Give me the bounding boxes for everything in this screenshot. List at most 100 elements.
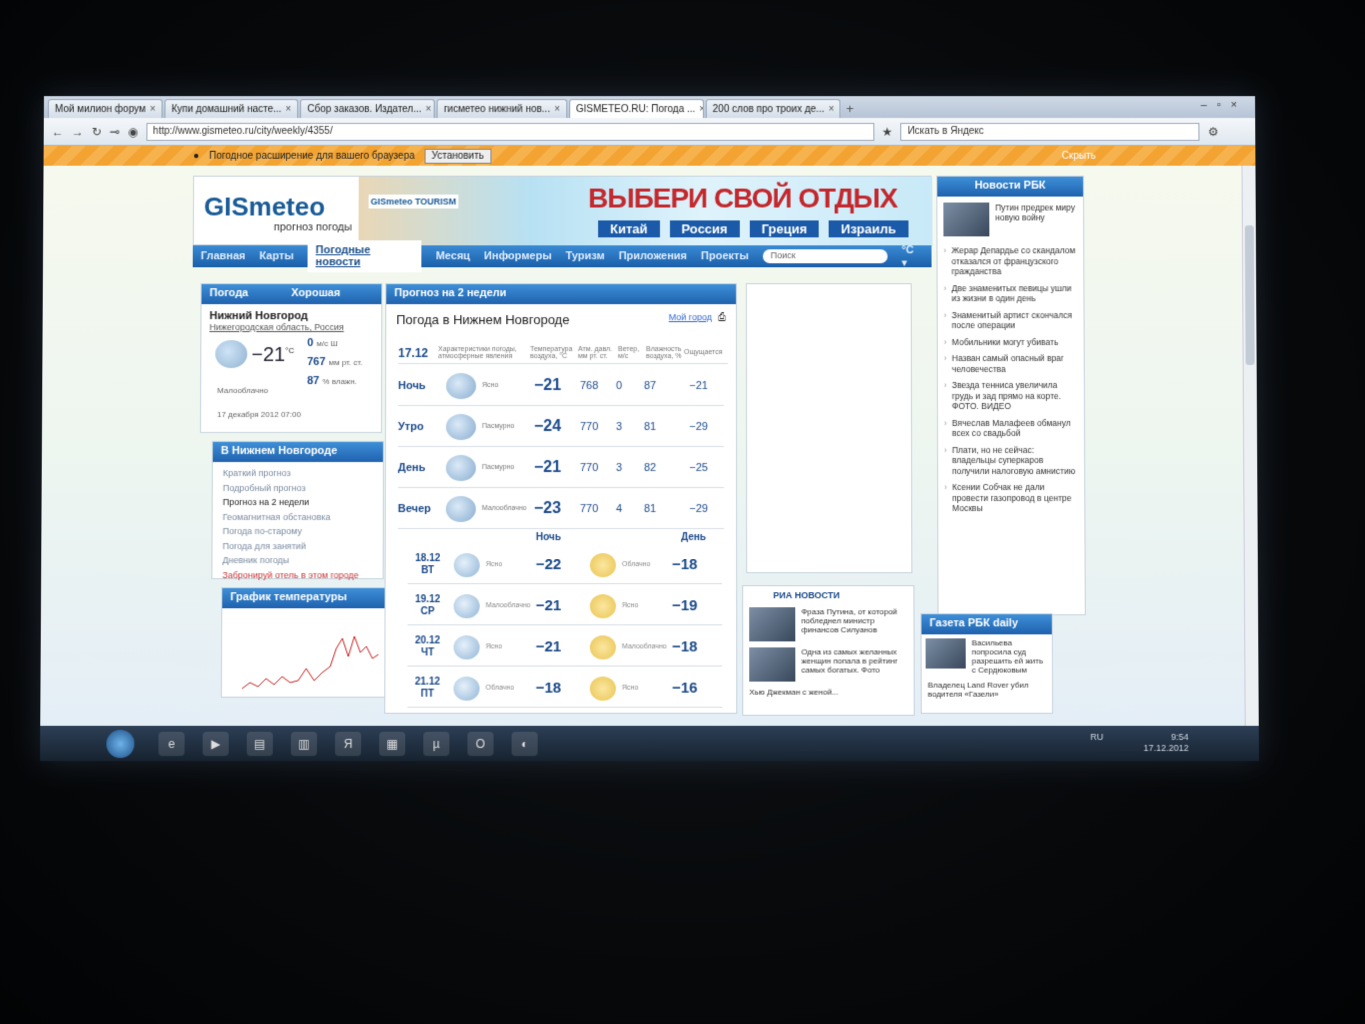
news-item[interactable]: Знаменитый артист скончался после операц…: [944, 307, 1078, 334]
gismeteo-logo[interactable]: GISmeteo: [204, 192, 325, 223]
forecast-date: 17.12: [398, 345, 429, 360]
address-bar[interactable]: http://www.gismeteo.ru/city/weekly/4355/: [146, 122, 874, 141]
country-button[interactable]: Израиль: [828, 220, 909, 238]
city-menu-item[interactable]: Подробный прогноз: [223, 481, 373, 496]
rbk-daily-box: Газета РБК daily Васильева попросила суд…: [920, 613, 1054, 714]
install-button[interactable]: Установить: [424, 148, 491, 164]
close-icon[interactable]: ×: [699, 100, 703, 118]
ad-banner[interactable]: GISmeteo TOURISM ВЫБЕРИ СВОЙ ОТДЫХ Китай…: [358, 176, 933, 247]
browser-icon[interactable]: ◐: [511, 731, 538, 756]
humidity-value: 82: [643, 461, 657, 474]
city-menu-item[interactable]: Дневник погоды: [222, 553, 372, 568]
my-city-link[interactable]: Мой город: [669, 312, 712, 327]
new-tab-plus-icon[interactable]: +: [842, 99, 858, 118]
news-item[interactable]: Фраза Путина, от которой побледнел минис…: [743, 604, 913, 644]
menu-item[interactable]: Проекты: [701, 250, 749, 262]
news-item[interactable]: Хью Джекман с женой...: [743, 685, 913, 700]
wind-value: 3: [615, 420, 623, 433]
start-button-icon[interactable]: [106, 729, 135, 759]
back-arrow-icon[interactable]: ←: [52, 124, 64, 138]
city-menu-item-current[interactable]: Прогноз на 2 недели: [223, 495, 373, 510]
menu-item[interactable]: Карты: [259, 250, 293, 262]
news-item[interactable]: Ксении Собчак не дали провести газопрово…: [944, 479, 1078, 517]
hotel-link[interactable]: Забронируй отель в этом городе: [222, 568, 372, 583]
explorer-icon[interactable]: ▥: [290, 731, 318, 756]
star-icon[interactable]: ★: [882, 124, 893, 138]
country-button[interactable]: Россия: [669, 220, 740, 238]
condition-text: Малооблачно: [621, 643, 667, 651]
extension-icon[interactable]: ⚙: [1208, 124, 1219, 138]
browser-tab[interactable]: гисметео нижний нов... ×: [436, 99, 568, 118]
window-controls-icon[interactable]: –▫×: [1201, 99, 1247, 111]
close-icon[interactable]: ×: [554, 100, 560, 118]
print-icon[interactable]: ⎙: [718, 312, 726, 327]
system-tray: RU 9:54 17.12.2012: [1090, 732, 1188, 754]
country-button[interactable]: Китай: [598, 220, 660, 238]
news-item[interactable]: Мобильники могут убивать: [944, 334, 1078, 350]
wind-value: 3: [615, 461, 623, 474]
menu-item[interactable]: Туризм: [566, 250, 605, 262]
weekday: ЧТ: [420, 646, 435, 658]
key-icon[interactable]: ⊸: [110, 124, 120, 138]
browser-tab[interactable]: Мой милион форум ×: [47, 99, 163, 118]
city-menu-item[interactable]: Краткий прогноз: [223, 466, 373, 481]
browser-tab[interactable]: Сбор заказов. Издател... ×: [300, 99, 435, 118]
temp-value: −23: [533, 499, 562, 517]
close-icon[interactable]: ×: [828, 100, 834, 118]
city-menu-item[interactable]: Погода по-старому: [223, 524, 373, 539]
browser-tab[interactable]: 200 слов про троих де... ×: [705, 99, 841, 118]
ad-placeholder[interactable]: [745, 283, 913, 574]
menu-item[interactable]: Месяц: [436, 250, 470, 262]
site-search-input[interactable]: Поиск: [762, 249, 888, 264]
scrollbar-thumb[interactable]: [1244, 225, 1255, 366]
opera-icon[interactable]: O: [467, 731, 494, 756]
news-item[interactable]: Назван самый опасный враг человечества: [944, 350, 1078, 377]
hide-link[interactable]: Скрыть: [1062, 150, 1096, 161]
menu-item[interactable]: Приложения: [619, 250, 687, 262]
news-lead[interactable]: Васильева попросила суд разрешить ей жит…: [922, 634, 1052, 678]
box-header: Погода Хорошая: [201, 284, 382, 305]
extension-infobar: ● Погодное расширение для вашего браузер…: [43, 145, 1256, 166]
close-icon[interactable]: ×: [285, 100, 291, 118]
menu-item[interactable]: Информеры: [484, 250, 552, 262]
app-icon[interactable]: ▦: [379, 731, 406, 756]
yandex-browser-icon[interactable]: Я: [335, 731, 362, 756]
country-button[interactable]: Греция: [749, 220, 819, 238]
forward-arrow-icon[interactable]: →: [72, 124, 84, 138]
news-item[interactable]: Владелец Land Rover убил водителя «Газел…: [922, 679, 1052, 701]
browser-tab-active[interactable]: GISMETEO.RU: Погода ... ×: [569, 99, 704, 118]
page-scrollbar[interactable]: [1241, 165, 1259, 726]
windows-taskbar: e ▶ ▤ ▥ Я ▦ µ O ◐ RU 9:54 17.12.2012: [40, 725, 1259, 762]
city-menu-item[interactable]: Геомагнитная обстановка: [223, 510, 373, 525]
forecast-box: Прогноз на 2 недели Погода в Нижнем Новг…: [384, 283, 738, 714]
ria-logo[interactable]: РИА НОВОСТИ: [743, 586, 913, 604]
close-icon[interactable]: ×: [425, 100, 431, 118]
overcast-icon: [445, 413, 477, 440]
condition-text: Ясно: [621, 602, 639, 610]
media-player-icon[interactable]: ▶: [202, 731, 229, 756]
column-header: Влажность воздуха, %: [646, 345, 682, 360]
close-icon[interactable]: ×: [150, 100, 156, 118]
news-item[interactable]: Две знаменитых певицы ушли из жизни в од…: [944, 280, 1078, 307]
region-link[interactable]: Нижегородская область, Россия: [209, 322, 373, 332]
news-item[interactable]: Вячеслав Малафеев обманул всех со свадьб…: [944, 415, 1078, 442]
clock[interactable]: 9:54 17.12.2012: [1143, 732, 1188, 754]
reload-icon[interactable]: ↻: [92, 124, 102, 138]
unit-select[interactable]: °C ▾: [902, 244, 922, 269]
utorrent-icon[interactable]: µ: [423, 731, 450, 756]
menu-item-active[interactable]: Погодные новости: [307, 240, 422, 273]
news-item[interactable]: Одна из самых желанных женщин попала в р…: [743, 644, 913, 684]
folder-icon[interactable]: ▤: [246, 731, 273, 756]
city-menu-item[interactable]: Погода для занятий: [222, 539, 372, 554]
news-item[interactable]: Жерар Депардье со скандалом отказался от…: [943, 242, 1077, 279]
language-indicator[interactable]: RU: [1090, 732, 1103, 754]
yandex-search-input[interactable]: Искать в Яндекс: [900, 122, 1200, 141]
news-item[interactable]: Звезда тенниса увеличила грудь и зад пря…: [944, 377, 1078, 414]
news-text: Фраза Путина, от которой побледнел минис…: [801, 607, 898, 635]
news-lead[interactable]: Путин предрек миру новую войну: [937, 197, 1083, 243]
ie-icon[interactable]: e: [158, 731, 185, 756]
menu-item[interactable]: Главная: [201, 250, 246, 262]
news-item[interactable]: Плати, но не сейчас: владельцы суперкаро…: [944, 441, 1078, 479]
country-buttons: Китай Россия Греция Израиль: [598, 220, 909, 238]
browser-tab[interactable]: Купи домашний насте... ×: [164, 99, 299, 118]
